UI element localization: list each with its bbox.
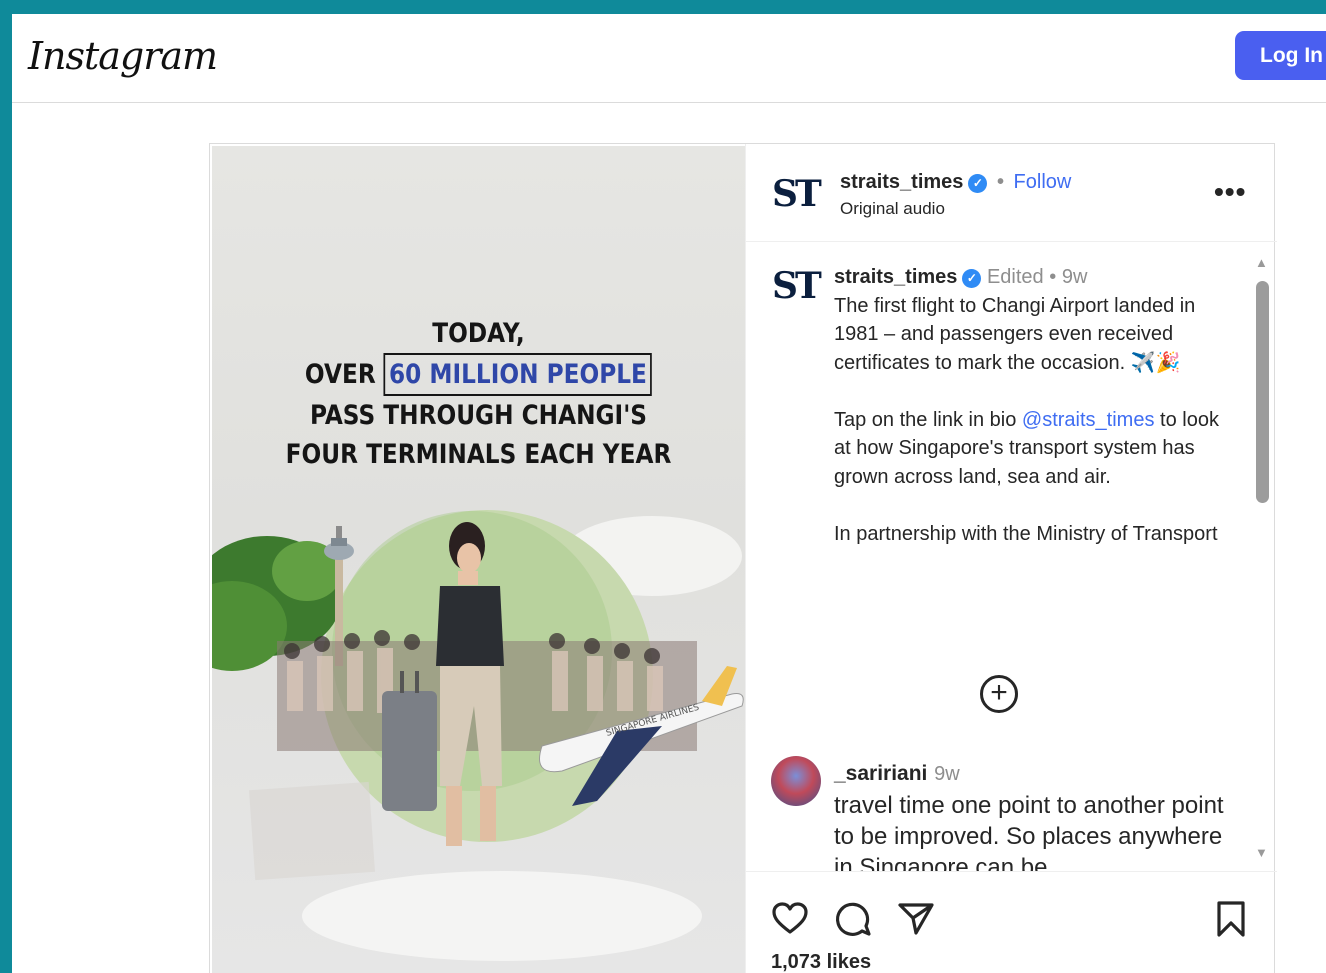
post-caption: straits_times ✓ Edited • 9w The first fli… (834, 263, 1229, 548)
separator-dot: • (1049, 266, 1057, 288)
browser-page: Instagram Log In TODAY, OVER 60 MILLION … (12, 14, 1326, 973)
caption-username-link[interactable]: straits_times (834, 266, 957, 288)
add-circle-icon[interactable]: + (980, 675, 1018, 713)
commenter-avatar[interactable] (771, 756, 821, 806)
log-in-button[interactable]: Log In (1235, 31, 1326, 80)
caption-text: The first flight to Changi Airport lande… (834, 292, 1229, 549)
verified-icon: ✓ (962, 269, 982, 288)
caption-meta: straits_times ✓ Edited • 9w (834, 263, 1229, 292)
post-actions-bar: 1,073 likes (746, 871, 1277, 973)
more-options-icon[interactable]: ••• (1214, 176, 1246, 208)
comment-item: _saririani 9w travel time one point to a… (834, 757, 1224, 871)
follow-button[interactable]: Follow (1014, 171, 1072, 193)
scrollbar-thumb[interactable] (1256, 281, 1269, 503)
comment-text: travel time one point to another point t… (834, 792, 1224, 871)
verified-icon: ✓ (968, 174, 988, 193)
media-illustration: SINGAPORE AIRLINES (212, 510, 744, 961)
post-media[interactable]: TODAY, OVER 60 MILLION PEOPLE PASS THROU… (212, 146, 745, 973)
post-header: ST straits_times ✓ • Follow Original audi… (746, 144, 1277, 242)
scroll-up-arrow-icon[interactable]: ▲ (1255, 255, 1268, 270)
comment-time[interactable]: 9w (934, 763, 960, 785)
commenter-username-link[interactable]: _saririani (834, 762, 927, 785)
bookmark-icon[interactable] (1211, 899, 1251, 939)
comment-meta: _saririani 9w (834, 757, 1224, 790)
original-audio-link[interactable]: Original audio (840, 199, 945, 219)
straits-times-avatar[interactable]: ST (772, 171, 822, 217)
separator-dot: • (996, 171, 1004, 193)
edited-label: Edited (986, 266, 1044, 288)
top-navigation-bar: Instagram Log In (12, 14, 1326, 103)
author-username-link[interactable]: straits_times (840, 171, 963, 193)
post-header-author-line: straits_times ✓ • Follow (840, 171, 1071, 194)
comment-icon[interactable] (833, 899, 873, 939)
heart-icon[interactable] (770, 899, 810, 939)
share-icon[interactable] (896, 899, 936, 939)
post-sidebar: ST straits_times ✓ • Follow Original audi… (745, 144, 1277, 973)
scroll-down-arrow-icon[interactable]: ▼ (1255, 845, 1268, 860)
likes-count[interactable]: 1,073 likes (771, 951, 871, 973)
instagram-logo[interactable]: Instagram (28, 34, 218, 78)
mention-link[interactable]: @straits_times (1022, 409, 1155, 431)
caption-avatar[interactable]: ST (772, 263, 822, 309)
caption-time[interactable]: 9w (1062, 266, 1088, 288)
post-card: TODAY, OVER 60 MILLION PEOPLE PASS THROU… (209, 143, 1277, 973)
comments-scroll-area[interactable]: ST straits_times ✓ Edited • 9w The first … (746, 243, 1277, 871)
